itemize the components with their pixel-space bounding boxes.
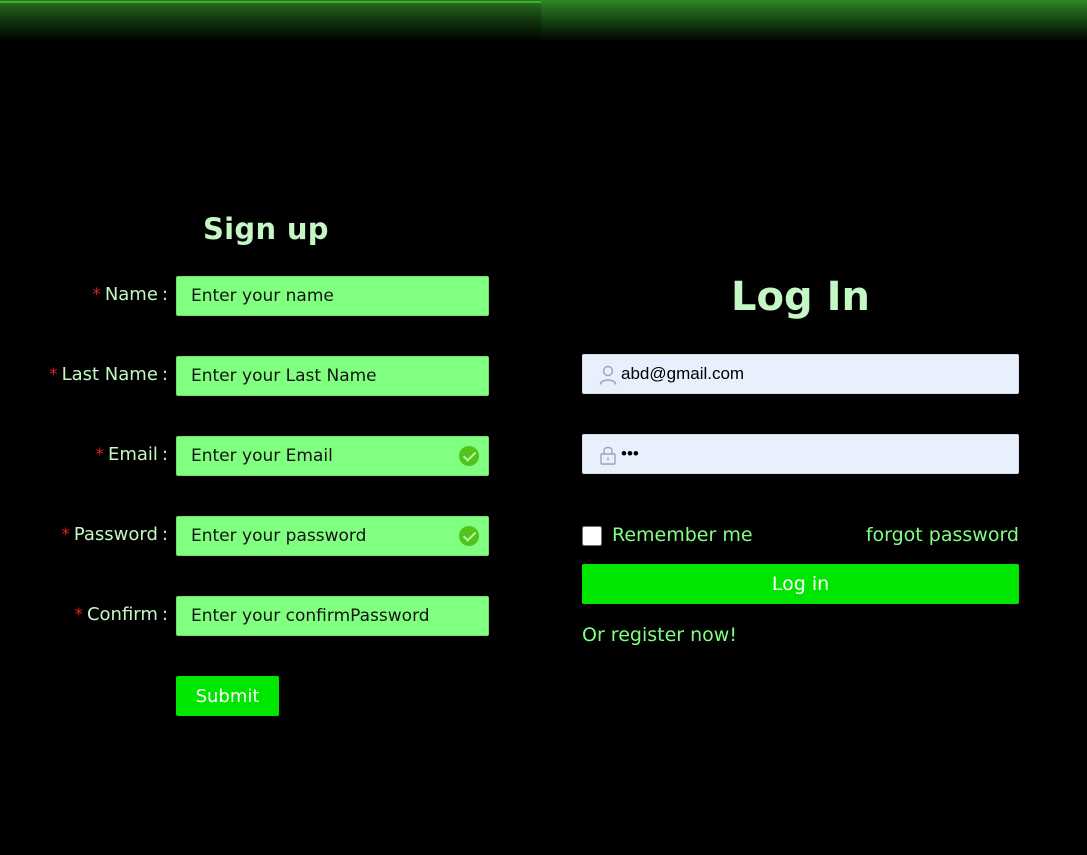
form-row-email: * Email: xyxy=(0,436,541,476)
password-label-text: Password xyxy=(73,524,158,545)
required-mark: * xyxy=(61,525,70,545)
username-input[interactable] xyxy=(621,355,1011,393)
form-row-password: * Password: xyxy=(0,516,541,556)
email-label: * Email: xyxy=(95,444,168,465)
required-mark: * xyxy=(74,605,83,625)
form-row-confirm: * Confirm: xyxy=(0,596,541,636)
check-circle-icon xyxy=(459,446,479,466)
required-mark: * xyxy=(92,285,101,305)
login-button[interactable]: Log in xyxy=(582,564,1019,604)
form-row-last-name: * Last Name: xyxy=(0,356,541,396)
register-link[interactable]: Or register now! xyxy=(582,624,737,646)
label-colon: : xyxy=(161,284,168,305)
label-colon: : xyxy=(161,364,168,385)
password-field[interactable] xyxy=(582,434,1019,474)
last-name-label: * Last Name: xyxy=(49,364,168,385)
name-input[interactable] xyxy=(176,276,489,316)
last-name-label-text: Last Name xyxy=(61,364,158,385)
last-name-input[interactable] xyxy=(176,356,489,396)
username-field[interactable] xyxy=(582,354,1019,394)
required-mark: * xyxy=(95,445,104,465)
name-label-text: Name xyxy=(104,284,158,305)
top-glow-left xyxy=(0,0,541,42)
user-icon xyxy=(599,365,617,385)
check-circle-icon xyxy=(459,526,479,546)
forgot-password-link[interactable]: forgot password xyxy=(866,524,1019,546)
submit-button[interactable]: Submit xyxy=(176,676,279,716)
email-input[interactable] xyxy=(176,436,489,476)
password-input[interactable] xyxy=(176,516,489,556)
label-colon: : xyxy=(161,524,168,545)
confirm-password-input[interactable] xyxy=(176,596,489,636)
remember-me-label[interactable]: Remember me xyxy=(612,524,753,546)
confirm-label: * Confirm: xyxy=(74,604,168,625)
name-label: * Name: xyxy=(92,284,168,305)
form-row-name: * Name: xyxy=(0,276,541,316)
login-title: Log In xyxy=(731,274,870,320)
page: Sign up *Name: *Last Name: *Email: *Pass… xyxy=(0,0,1087,855)
password-input-login[interactable] xyxy=(621,435,1011,473)
label-colon: : xyxy=(161,604,168,625)
email-label-text: Email xyxy=(107,444,158,465)
remember-me-checkbox[interactable] xyxy=(582,526,602,546)
confirm-label-text: Confirm xyxy=(86,604,158,625)
password-label: * Password: xyxy=(61,524,168,545)
lock-icon xyxy=(600,446,616,465)
top-glow-right xyxy=(541,0,1087,42)
signup-title: Sign up xyxy=(203,212,329,246)
label-colon: : xyxy=(161,444,168,465)
required-mark: * xyxy=(49,365,58,385)
